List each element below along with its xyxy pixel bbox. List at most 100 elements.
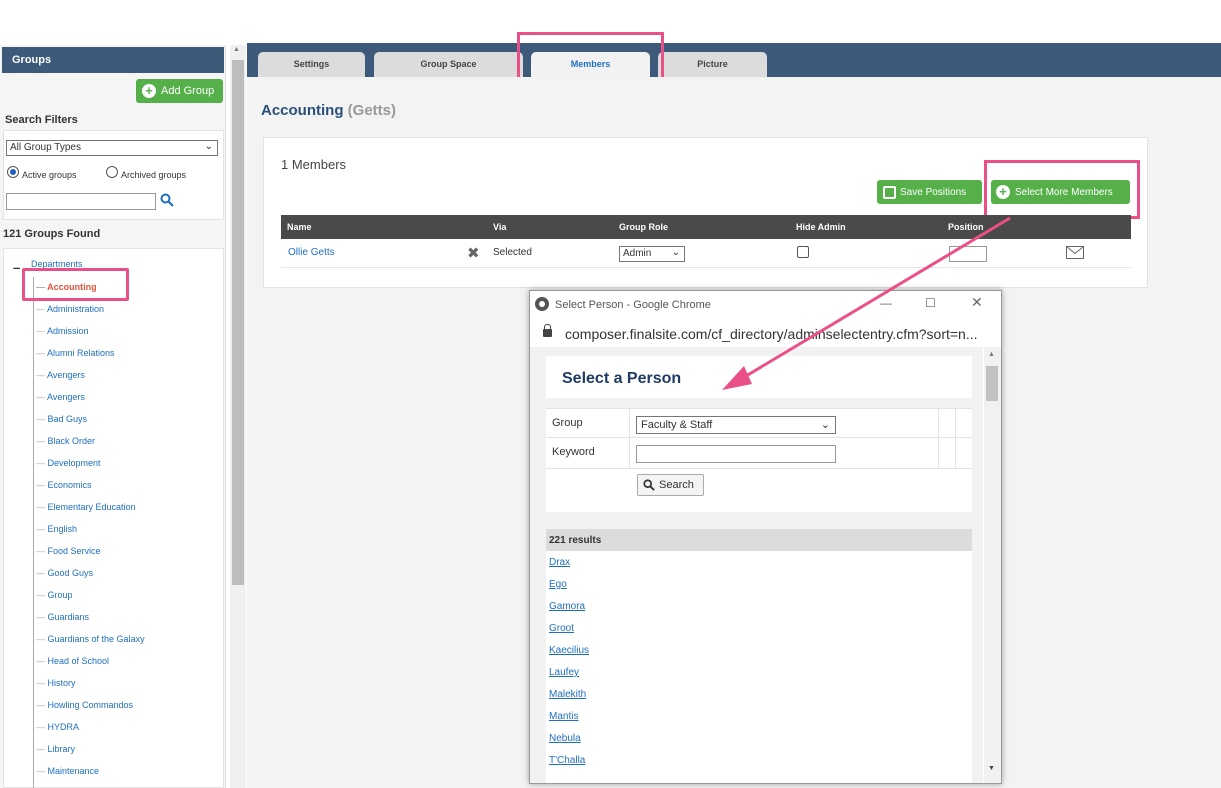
members-count: 1 Members xyxy=(281,157,347,172)
collapse-icon[interactable]: – xyxy=(13,260,20,275)
add-group-label: Add Group xyxy=(161,85,215,97)
tree-item[interactable]: Maintenance xyxy=(36,766,100,776)
members-table-header xyxy=(281,215,1131,239)
result-link[interactable]: Ego xyxy=(549,579,567,590)
tree-item[interactable]: Avengers xyxy=(36,392,85,402)
group-role-value: Admin xyxy=(623,248,652,259)
result-link[interactable]: Gamora xyxy=(549,601,585,612)
plus-icon: + xyxy=(142,84,156,98)
address-bar-url[interactable]: composer.finalsite.com/cf_directory/admi… xyxy=(565,326,978,342)
tree-item[interactable]: Guardians xyxy=(36,612,90,622)
save-positions-label: Save Positions xyxy=(900,186,967,198)
group-select-value: Faculty & Staff xyxy=(641,419,713,431)
col-name: Name xyxy=(287,222,312,232)
tree-item[interactable]: English xyxy=(36,524,78,534)
search-icon xyxy=(643,479,655,491)
mail-icon[interactable] xyxy=(1066,246,1084,262)
tree-item[interactable]: Good Guys xyxy=(36,568,94,578)
scroll-up-icon[interactable]: ▲ xyxy=(233,46,240,53)
maximize-icon[interactable]: ☐ xyxy=(925,296,936,310)
result-link[interactable]: Laufey xyxy=(549,667,579,678)
popup-scrollbar-thumb[interactable] xyxy=(986,366,998,401)
group-type-select[interactable]: All Group Types ⌄ xyxy=(6,140,218,156)
tree-item[interactable]: Library xyxy=(36,744,76,754)
group-search-input[interactable] xyxy=(6,193,156,210)
tree-item[interactable]: Group xyxy=(36,590,73,600)
results-count: 221 results xyxy=(546,529,972,551)
result-link[interactable]: Malekith xyxy=(549,689,586,700)
chevron-down-icon: ⌄ xyxy=(671,247,680,258)
add-group-button[interactable]: + Add Group xyxy=(136,79,223,103)
tab-group-space[interactable]: Group Space xyxy=(374,52,523,77)
search-button-label: Search xyxy=(659,479,694,491)
result-link[interactable]: T'Challa xyxy=(549,755,585,766)
groups-found-count: 121 Groups Found xyxy=(3,228,101,240)
result-link[interactable]: Mantis xyxy=(549,711,578,722)
result-link[interactable]: Kaecilius xyxy=(549,645,589,656)
tree-item[interactable]: History xyxy=(36,678,76,688)
result-link[interactable]: Groot xyxy=(549,623,574,634)
save-icon xyxy=(883,185,896,199)
active-groups-label: Active groups xyxy=(22,170,77,180)
results-list xyxy=(546,529,972,783)
highlight-box-accounting xyxy=(22,268,129,301)
tree-item[interactable]: Head of School xyxy=(36,656,110,666)
tree-item[interactable]: Bad Guys xyxy=(36,414,88,424)
sidebar-title: Groups xyxy=(2,47,224,73)
col-hide-admin: Hide Admin xyxy=(796,222,846,232)
hide-admin-checkbox[interactable] xyxy=(797,246,809,258)
tree-item[interactable]: Development xyxy=(36,458,101,468)
archived-groups-label: Archived groups xyxy=(121,170,187,180)
tree-item[interactable]: Guardians of the Galaxy xyxy=(36,634,145,644)
minimize-icon[interactable]: — xyxy=(880,296,892,310)
tree-item[interactable]: HYDRA xyxy=(36,722,80,732)
result-link[interactable]: Drax xyxy=(549,557,570,568)
active-groups-radio[interactable] xyxy=(7,166,19,178)
chevron-down-icon: ⌄ xyxy=(820,419,830,431)
tree-line xyxy=(33,277,34,788)
group-role-select[interactable]: Admin ⌄ xyxy=(619,246,685,262)
tree-item[interactable]: Black Order xyxy=(36,436,96,446)
scroll-up-icon[interactable]: ▲ xyxy=(988,351,995,358)
tree-item[interactable]: Administration xyxy=(36,304,104,314)
tree-item[interactable]: Alumni Relations xyxy=(36,348,115,358)
result-link[interactable]: Nebula xyxy=(549,733,581,744)
tree-item[interactable]: Avengers xyxy=(36,370,85,380)
tab-settings[interactable]: Settings xyxy=(258,52,365,77)
group-owner: (Getts) xyxy=(347,102,397,119)
tab-picture[interactable]: Picture xyxy=(658,52,767,77)
select-person-title: Select a Person xyxy=(562,370,682,387)
tree-item[interactable]: Howling Commandos xyxy=(36,700,134,710)
keyword-input[interactable] xyxy=(636,445,836,463)
archived-groups-radio[interactable] xyxy=(106,166,118,178)
col-position: Position xyxy=(948,222,984,232)
sidebar-scrollbar-thumb[interactable] xyxy=(232,60,244,585)
popup-scrollbar[interactable] xyxy=(984,347,1001,783)
tree-item[interactable]: Economics xyxy=(36,480,92,490)
member-via: Selected xyxy=(493,247,532,258)
search-filters-label: Search Filters xyxy=(5,114,78,126)
tree-item[interactable]: Food Service xyxy=(36,546,101,556)
close-icon[interactable]: ✕ xyxy=(971,294,983,311)
group-label: Group xyxy=(552,417,583,429)
remove-member-icon[interactable]: ✖ xyxy=(467,244,480,262)
search-icon[interactable] xyxy=(160,193,174,210)
col-via: Via xyxy=(493,222,507,232)
tree-item[interactable]: Elementary Education xyxy=(36,502,136,512)
window-title: Select Person - Google Chrome xyxy=(555,299,711,311)
chevron-down-icon: ⌄ xyxy=(204,141,213,152)
col-group-role: Group Role xyxy=(619,222,668,232)
save-positions-button[interactable]: Save Positions xyxy=(877,180,982,204)
group-select[interactable]: Faculty & Staff ⌄ xyxy=(636,416,836,434)
keyword-label: Keyword xyxy=(552,446,595,458)
member-name-link[interactable]: Ollie Getts xyxy=(288,247,335,258)
group-name: Accounting xyxy=(261,102,344,119)
tree-item[interactable]: Admission xyxy=(36,326,89,336)
lock-icon xyxy=(543,324,552,337)
highlight-box-select-more xyxy=(984,160,1140,219)
position-input[interactable] xyxy=(949,246,987,262)
search-button[interactable]: Search xyxy=(637,474,704,496)
group-title: Accounting (Getts) xyxy=(261,102,396,119)
scroll-down-icon[interactable]: ▼ xyxy=(988,765,995,772)
group-type-value: All Group Types xyxy=(10,142,81,153)
